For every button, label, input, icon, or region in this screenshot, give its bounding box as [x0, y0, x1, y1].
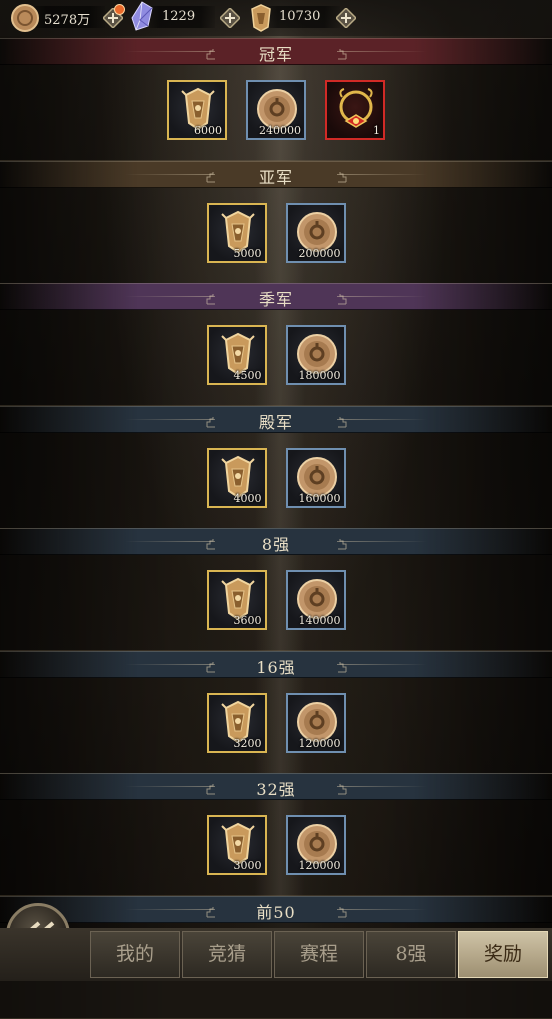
honor-amount: 10730 — [279, 9, 321, 24]
copper-amount: 5278万 — [44, 13, 91, 28]
tab-top8[interactable]: 8强 — [366, 931, 456, 978]
reward-quantity: 200000 — [298, 246, 341, 260]
reward-tier: 亚军 5000 200000 — [0, 160, 552, 284]
reward-tier-list[interactable]: 冠军 6000 240000 1 亚军 5000 200000 季军 4500 180000 殿军 4… — [0, 38, 552, 1019]
reward-quantity: 1 — [373, 124, 380, 137]
reward-items: 4000 160000 — [0, 447, 552, 508]
reward-tier: 16强 3200 120000 — [0, 650, 552, 774]
reward-quantity: 140000 — [298, 614, 341, 627]
reward-item[interactable]: 1 — [325, 80, 385, 140]
resource-bar: 5278万 1229 10730 — [0, 0, 552, 36]
reward-item[interactable]: 4000 — [206, 447, 267, 508]
reward-quantity: 160000 — [298, 491, 341, 505]
tier-header: 季军 — [0, 283, 552, 310]
tier-header: 16强 — [0, 650, 552, 678]
reward-quantity: 3200 — [233, 736, 262, 750]
reward-item[interactable]: 240000 — [246, 80, 306, 140]
reward-quantity: 3000 — [233, 859, 262, 872]
reward-quantity: 120000 — [298, 859, 341, 872]
reward-quantity: 6000 — [194, 124, 222, 137]
reward-items: 4500 180000 — [0, 325, 552, 385]
copper-coin-icon — [10, 3, 40, 33]
reward-tier: 殿军 4000 160000 — [0, 405, 552, 529]
reward-item[interactable]: 5000 — [206, 202, 267, 263]
reward-items: 3000 120000 — [0, 815, 552, 875]
reward-item[interactable]: 160000 — [285, 447, 346, 508]
reward-tier: 冠军 6000 240000 1 — [0, 38, 552, 161]
tier-rewards-row: 3000 120000 — [0, 799, 552, 896]
tier-title: 季军 — [258, 290, 293, 309]
reward-quantity: 180000 — [298, 369, 341, 382]
reward-item[interactable]: 3000 — [206, 815, 267, 875]
tier-title: 亚军 — [258, 167, 293, 187]
tier-title: 前50 — [256, 902, 296, 922]
add-crystal-button[interactable] — [219, 7, 241, 29]
tab-betting[interactable]: 竞猜 — [182, 931, 272, 978]
reward-items: 6000 240000 1 — [0, 80, 552, 140]
reward-item[interactable]: 3600 — [206, 570, 267, 630]
reward-quantity: 3600 — [233, 614, 262, 627]
tab-rewards[interactable]: 奖励 — [458, 931, 548, 978]
tier-header: 冠军 — [0, 38, 552, 65]
tier-rewards-row: 4500 180000 — [0, 309, 552, 406]
tier-rewards-row: 3600 140000 — [0, 554, 552, 651]
tier-rewards-row: 3200 120000 — [0, 676, 552, 774]
reward-quantity: 5000 — [233, 246, 262, 260]
tab-schedule[interactable]: 赛程 — [274, 931, 364, 978]
reward-items: 5000 200000 — [0, 202, 552, 263]
reward-item[interactable]: 140000 — [285, 570, 346, 630]
tier-title: 8强 — [261, 535, 291, 554]
reward-quantity: 4000 — [233, 491, 262, 505]
honor-badge-icon — [246, 3, 276, 33]
notification-dot-icon — [114, 4, 125, 15]
crystal-icon — [128, 0, 158, 31]
reward-quantity: 240000 — [259, 124, 301, 137]
reward-quantity: 4500 — [233, 369, 262, 382]
tier-header: 前50 — [0, 895, 552, 923]
tier-title: 32强 — [256, 780, 296, 799]
tier-rewards-row: 6000 240000 1 — [0, 64, 552, 161]
reward-items: 3200 120000 — [0, 692, 552, 753]
tier-rewards-row: 4000 160000 — [0, 431, 552, 529]
tier-header: 8强 — [0, 528, 552, 555]
add-copper-button[interactable] — [102, 4, 125, 29]
reward-tier: 32强 3000 120000 — [0, 773, 552, 896]
reward-items: 3600 140000 — [0, 570, 552, 630]
reward-item[interactable]: 120000 — [285, 815, 346, 875]
tier-header: 32强 — [0, 773, 552, 800]
reward-item[interactable]: 6000 — [167, 80, 227, 140]
add-honor-button[interactable] — [335, 7, 357, 29]
reward-tier: 8强 3600 140000 — [0, 528, 552, 651]
tier-title: 冠军 — [258, 45, 293, 64]
reward-tier: 季军 4500 180000 — [0, 283, 552, 406]
tab-mine[interactable]: 我的 — [90, 931, 180, 978]
crystal-amount: 1229 — [162, 9, 196, 24]
reward-item[interactable]: 120000 — [285, 692, 346, 753]
reward-quantity: 120000 — [298, 736, 341, 750]
reward-item[interactable]: 4500 — [206, 325, 267, 385]
tier-header: 亚军 — [0, 160, 552, 188]
tier-title: 殿军 — [258, 412, 293, 432]
reward-item[interactable]: 180000 — [285, 325, 346, 385]
bottom-tab-bar: 我的 竞猜 赛程 8强 奖励 — [0, 928, 552, 981]
tier-rewards-row: 5000 200000 — [0, 186, 552, 284]
tier-header: 殿军 — [0, 405, 552, 433]
reward-item[interactable]: 3200 — [206, 692, 267, 753]
reward-item[interactable]: 200000 — [285, 202, 346, 263]
tier-title: 16强 — [256, 657, 296, 677]
